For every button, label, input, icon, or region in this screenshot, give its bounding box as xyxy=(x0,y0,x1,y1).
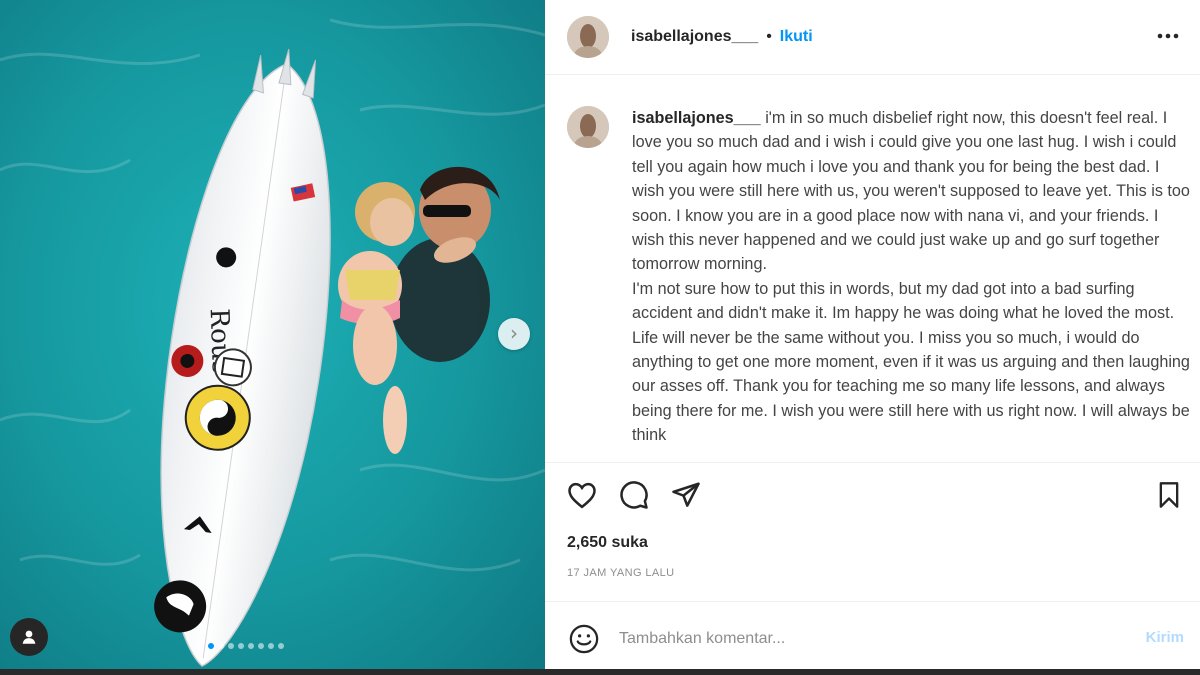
surf-photo: Rous xyxy=(0,0,545,675)
post-image[interactable]: Rous › xyxy=(0,0,545,675)
carousel-dot xyxy=(238,643,244,649)
carousel-dot xyxy=(268,643,274,649)
caption-text: i'm in so much disbelief right now, this… xyxy=(632,109,1190,445)
bookmark-icon xyxy=(1159,482,1179,508)
paper-plane-icon xyxy=(672,482,700,507)
chevron-right-icon: › xyxy=(510,321,518,345)
follow-button[interactable]: Ikuti xyxy=(780,28,813,46)
post-details-panel: isabellajones___ • Ikuti isabellajones__… xyxy=(545,0,1200,675)
post-timestamp[interactable]: 17 JAM YANG LALU xyxy=(567,567,674,579)
share-button[interactable] xyxy=(669,478,703,512)
likes-count[interactable]: 2,650 suka xyxy=(567,534,648,552)
avatar[interactable] xyxy=(567,16,609,58)
comment-input[interactable] xyxy=(619,624,1099,654)
caption-username-link[interactable]: isabellajones___ xyxy=(632,109,761,127)
carousel-dot xyxy=(218,643,224,649)
carousel-dot xyxy=(278,643,284,649)
tagged-users-button[interactable] xyxy=(10,618,48,656)
action-bar xyxy=(565,478,703,512)
comment-button[interactable] xyxy=(617,478,651,512)
save-button[interactable] xyxy=(1152,478,1186,512)
carousel-dot xyxy=(228,643,234,649)
more-horizontal-icon xyxy=(1157,33,1179,39)
user-tag-icon xyxy=(22,630,36,644)
caption-scroll-area[interactable]: isabellajones___ i'm in so much disbelie… xyxy=(545,76,1200,462)
carousel-dot xyxy=(208,643,214,649)
post-caption: isabellajones___ i'm in so much disbelie… xyxy=(632,106,1192,448)
next-slide-button[interactable]: › xyxy=(498,318,530,350)
avatar-image xyxy=(567,106,609,148)
more-options-button[interactable] xyxy=(1156,24,1180,48)
like-button[interactable] xyxy=(565,478,599,512)
post-comment-button[interactable]: Kirim xyxy=(1146,629,1184,646)
post-username-link[interactable]: isabellajones___ xyxy=(631,28,758,46)
avatar-image xyxy=(567,16,609,58)
add-comment-bar: Kirim xyxy=(545,601,1200,675)
emoji-button[interactable] xyxy=(567,622,601,656)
carousel-dot xyxy=(248,643,254,649)
comment-bubble-icon xyxy=(620,481,648,509)
carousel-dot xyxy=(258,643,264,649)
caption-avatar[interactable] xyxy=(567,106,609,148)
carousel-indicator xyxy=(208,643,284,649)
header-separator: • xyxy=(766,28,772,45)
heart-icon xyxy=(568,482,596,509)
smiley-icon xyxy=(569,624,599,654)
bottom-edge xyxy=(0,669,1200,675)
post-header: isabellajones___ • Ikuti xyxy=(545,0,1200,75)
divider xyxy=(545,462,1200,463)
